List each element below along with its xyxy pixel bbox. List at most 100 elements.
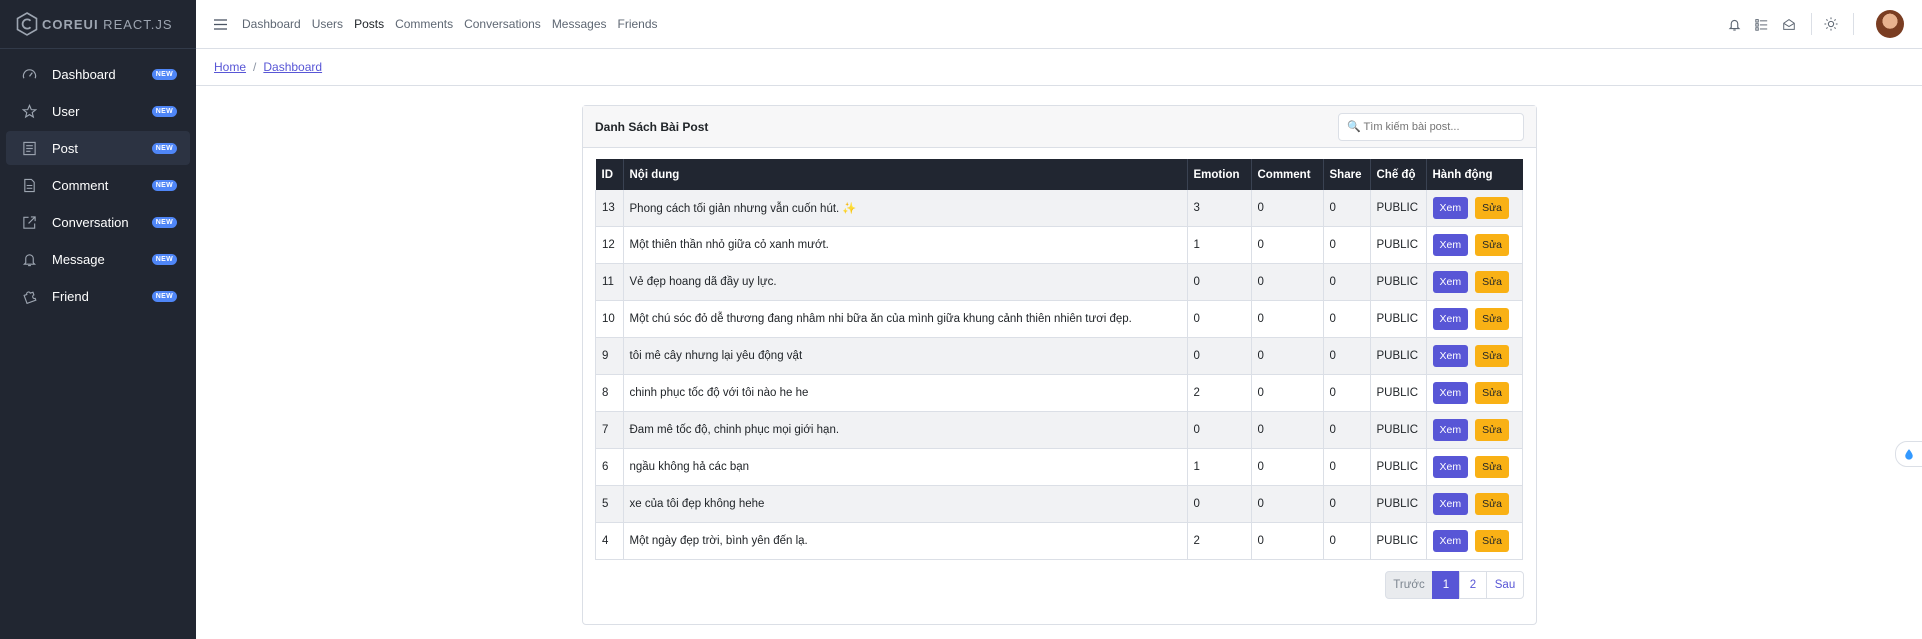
- breadcrumb-current[interactable]: Dashboard: [263, 60, 322, 74]
- envelope-open-icon[interactable]: [1782, 17, 1796, 31]
- column-header-share: Share: [1323, 159, 1371, 190]
- edit-button[interactable]: Sửa: [1475, 234, 1509, 256]
- edit-button[interactable]: Sửa: [1475, 308, 1509, 330]
- cell-comment: 0: [1250, 411, 1324, 449]
- edit-button[interactable]: Sửa: [1475, 345, 1509, 367]
- cell-actions: Xem Sửa: [1425, 337, 1523, 375]
- bell-icon: [22, 251, 38, 267]
- cell-comment: 0: [1250, 226, 1324, 264]
- pagination-prev[interactable]: Trước: [1385, 571, 1433, 599]
- edit-button[interactable]: Sửa: [1475, 493, 1509, 515]
- cell-actions: Xem Sửa: [1425, 522, 1523, 560]
- document-icon: [22, 177, 38, 193]
- topnav-messages[interactable]: Messages: [552, 17, 607, 31]
- cell-actions: Xem Sửa: [1425, 263, 1523, 301]
- cell-comment: 0: [1250, 522, 1324, 560]
- sidebar: COREUI REACT.JS Dashboard NEW User NEW P…: [0, 0, 196, 639]
- table-row: 10 Một chú sóc đỏ dễ thương đang nhâm nhi…: [595, 300, 1523, 338]
- sun-icon[interactable]: [1824, 17, 1838, 31]
- view-button[interactable]: Xem: [1432, 456, 1469, 478]
- edit-button[interactable]: Sửa: [1475, 197, 1509, 219]
- cell-share: 0: [1322, 485, 1371, 523]
- cell-share: 0: [1322, 411, 1371, 449]
- cell-emotion: 0: [1186, 337, 1252, 375]
- cell-mode: PUBLIC: [1369, 226, 1427, 264]
- sidebar-item-friend[interactable]: Friend NEW: [6, 279, 190, 313]
- view-button[interactable]: Xem: [1432, 197, 1469, 219]
- topnav-dashboard[interactable]: Dashboard: [242, 17, 301, 31]
- header-divider: [1853, 13, 1854, 35]
- edit-button[interactable]: Sửa: [1475, 382, 1509, 404]
- cell-actions: Xem Sửa: [1425, 448, 1523, 486]
- topnav-conversations[interactable]: Conversations: [464, 17, 541, 31]
- cell-content: ngầu không hả các bạn: [622, 448, 1188, 486]
- notes-icon: [22, 140, 38, 156]
- edit-button[interactable]: Sửa: [1475, 419, 1509, 441]
- new-badge: NEW: [151, 105, 177, 117]
- cell-share: 0: [1322, 448, 1371, 486]
- table-row: 5 xe của tôi đẹp không hehe 0 0 0 PUBLIC Xem Sử…: [595, 485, 1523, 523]
- sidebar-item-post[interactable]: Post NEW: [6, 131, 190, 165]
- new-badge: NEW: [151, 68, 177, 80]
- edit-button[interactable]: Sửa: [1475, 456, 1509, 478]
- topnav-posts[interactable]: Posts: [354, 17, 384, 31]
- cell-comment: 0: [1250, 374, 1324, 412]
- view-button[interactable]: Xem: [1432, 419, 1469, 441]
- new-badge: NEW: [151, 142, 177, 154]
- cell-share: 0: [1322, 190, 1371, 227]
- view-button[interactable]: Xem: [1432, 308, 1469, 330]
- view-button[interactable]: Xem: [1432, 382, 1469, 404]
- topnav-friends[interactable]: Friends: [618, 17, 658, 31]
- cell-share: 0: [1322, 522, 1371, 560]
- sidebar-item-comment[interactable]: Comment NEW: [6, 168, 190, 202]
- view-button[interactable]: Xem: [1432, 234, 1469, 256]
- pagination: Trước 1 2 Sau: [1385, 571, 1524, 599]
- cell-content: Vẻ đẹp hoang dã đầy uy lực.: [622, 263, 1188, 301]
- topnav-users[interactable]: Users: [312, 17, 343, 31]
- coreui-logo-icon: [16, 12, 38, 36]
- sidebar-item-dashboard[interactable]: Dashboard NEW: [6, 57, 190, 91]
- cell-comment: 0: [1250, 485, 1324, 523]
- cell-id: 11: [595, 263, 624, 301]
- cell-actions: Xem Sửa: [1425, 374, 1523, 412]
- cell-content: Một thiên thần nhỏ giữa cỏ xanh mướt.: [622, 226, 1188, 264]
- cell-content: Một ngày đẹp trời, bình yên đến lạ.: [622, 522, 1188, 560]
- sidebar-nav: Dashboard NEW User NEW Post NEW Comment …: [0, 49, 196, 313]
- table-row: 7 Đam mê tốc độ, chinh phục mọi giới hạn.…: [595, 411, 1523, 449]
- view-button[interactable]: Xem: [1432, 345, 1469, 367]
- brand-logo[interactable]: COREUI REACT.JS: [0, 0, 196, 49]
- header-divider: [1811, 13, 1812, 35]
- pagination-next[interactable]: Sau: [1486, 571, 1524, 599]
- breadcrumb-home[interactable]: Home: [214, 60, 246, 74]
- topnav-comments[interactable]: Comments: [395, 17, 453, 31]
- water-drop-icon[interactable]: [1895, 441, 1922, 467]
- cell-id: 12: [595, 226, 624, 264]
- view-button[interactable]: Xem: [1432, 493, 1469, 515]
- cell-id: 4: [595, 522, 624, 560]
- menu-toggle-icon[interactable]: [214, 18, 228, 30]
- posts-table: ID Nội dung Emotion Comment Share Chế độ…: [595, 159, 1523, 560]
- avatar[interactable]: [1876, 10, 1904, 38]
- sidebar-item-label: Message: [52, 251, 105, 267]
- cell-id: 6: [595, 448, 624, 486]
- sidebar-item-user[interactable]: User NEW: [6, 94, 190, 128]
- sidebar-item-conversation[interactable]: Conversation NEW: [6, 205, 190, 239]
- edit-button[interactable]: Sửa: [1475, 530, 1509, 552]
- task-list-icon[interactable]: [1755, 17, 1769, 31]
- edit-button[interactable]: Sửa: [1475, 271, 1509, 293]
- bell-icon[interactable]: [1728, 17, 1742, 31]
- column-header-mode: Chế độ: [1370, 159, 1427, 190]
- view-button[interactable]: Xem: [1432, 530, 1469, 552]
- cell-actions: Xem Sửa: [1425, 485, 1523, 523]
- breadcrumb-separator: /: [253, 60, 257, 74]
- pagination-page-1[interactable]: 1: [1432, 571, 1460, 599]
- cell-emotion: 3: [1186, 190, 1252, 227]
- pagination-page-2[interactable]: 2: [1459, 571, 1487, 599]
- cell-mode: PUBLIC: [1369, 411, 1427, 449]
- cell-share: 0: [1322, 226, 1371, 264]
- sidebar-item-message[interactable]: Message NEW: [6, 242, 190, 276]
- sidebar-item-label: Friend: [52, 288, 89, 304]
- cell-mode: PUBLIC: [1369, 448, 1427, 486]
- search-input[interactable]: [1338, 112, 1524, 141]
- view-button[interactable]: Xem: [1432, 271, 1469, 293]
